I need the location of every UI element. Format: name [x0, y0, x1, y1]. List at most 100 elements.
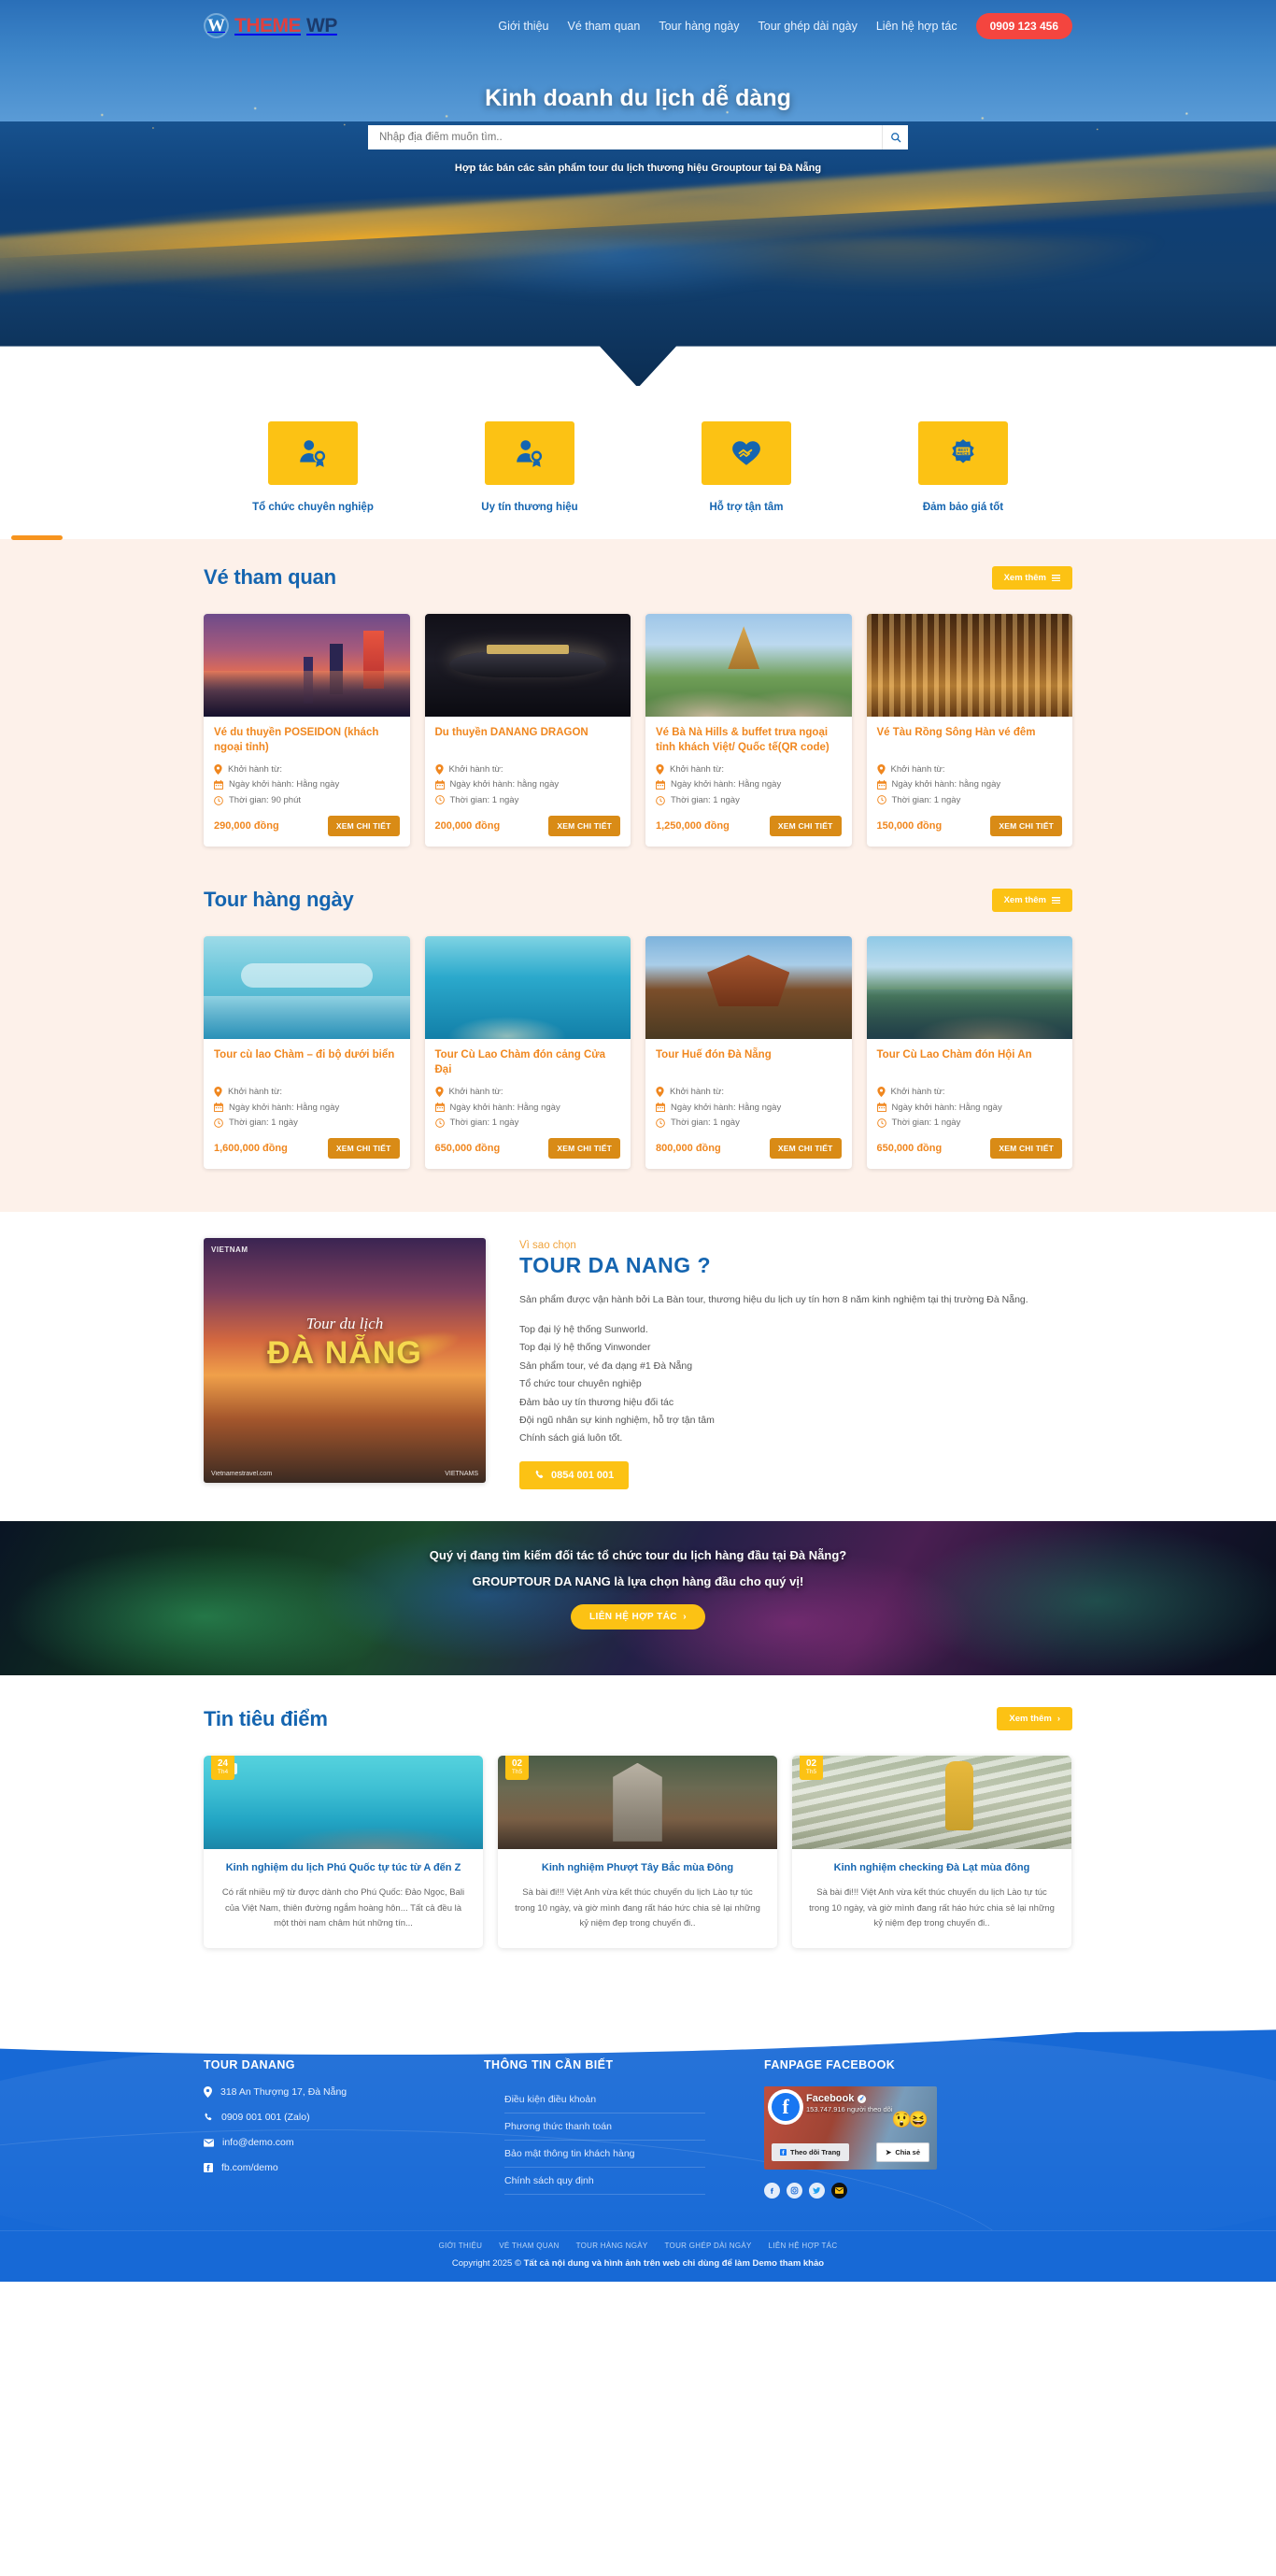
- tours-view-more-button[interactable]: Xem thêm: [991, 888, 1072, 912]
- card-meta-date: Ngày khởi hành: hằng ngày: [434, 779, 621, 790]
- search-button[interactable]: [882, 125, 908, 149]
- handshake-heart-icon: [732, 441, 760, 465]
- why-bullet: Tổ chức tour chuyên nghiệp: [519, 1378, 642, 1390]
- ticket-card[interactable]: Du thuyền DANANG DRAGON Khởi hành từ: Ng…: [424, 614, 631, 847]
- tour-card[interactable]: Tour cù lao Chàm – đi bộ dưới biển Khởi …: [204, 936, 410, 1170]
- main-nav: Giới thiệu Vé tham quan Tour hàng ngày T…: [498, 12, 1072, 39]
- footer-facebook-url[interactable]: fb.com/demo: [221, 2162, 278, 2173]
- footer-nav-lien-he-hop-tac[interactable]: LIÊN HỆ HỢP TÁC: [769, 2242, 838, 2250]
- tickets-view-more-button[interactable]: Xem thêm: [991, 565, 1072, 590]
- location-pin-icon: [876, 764, 886, 776]
- card-detail-button[interactable]: XEM CHI TIẾT: [548, 816, 620, 837]
- card-detail-button[interactable]: XEM CHI TIẾT: [990, 816, 1062, 837]
- footer-phone[interactable]: 0909 001 001 (Zalo): [221, 2112, 310, 2123]
- nav-item-ve-tham-quan[interactable]: Vé tham quan: [567, 20, 640, 33]
- twitter-icon[interactable]: [809, 2183, 825, 2199]
- card-image-snorkeling: [424, 936, 631, 1040]
- clock-icon: [214, 795, 223, 805]
- facebook-share-button[interactable]: ➤ Chia sẻ: [876, 2142, 929, 2163]
- footer-link-terms[interactable]: Điều kiện điều khoản: [504, 2086, 705, 2114]
- instagram-icon[interactable]: [787, 2183, 802, 2199]
- location-pin-icon: [656, 764, 664, 776]
- ticket-card[interactable]: Vé du thuyền POSEIDON (khách ngoại tỉnh)…: [204, 614, 410, 847]
- site-logo[interactable]: W THEME WP: [204, 13, 337, 38]
- card-meta-duration: Thời gian: 1 ngày: [656, 1117, 842, 1128]
- why-hotline-button[interactable]: 0854 001 001: [519, 1460, 630, 1489]
- card-meta-date: Ngày khởi hành: Hằng ngày: [656, 779, 842, 790]
- image-title-text: ĐÀ NẴNG: [267, 1335, 422, 1372]
- card-title: Vé Bà Nà Hills & buffet trưa ngoại tỉnh …: [656, 727, 829, 753]
- copyright-strong: Tất cả nội dung và hình ảnh trên web chỉ…: [523, 2258, 825, 2270]
- tour-card[interactable]: Tour Cù Lao Chàm đón Hội An Khởi hành từ…: [866, 936, 1072, 1170]
- card-meta-depart: Khởi hành từ:: [434, 1087, 621, 1098]
- card-image-sea-walking: [204, 936, 410, 1040]
- card-meta-duration: Thời gian: 1 ngày: [434, 1117, 621, 1128]
- footer-phone-line: 0909 001 001 (Zalo): [204, 2112, 484, 2123]
- tours-section-title: Tour hàng ngày: [204, 888, 354, 912]
- facebook-follow-button[interactable]: Theo dõi Trang: [772, 2143, 849, 2162]
- footer-heading-tour-danang: TOUR DANANG: [204, 2058, 295, 2072]
- tours-section-header: Tour hàng ngày Xem thêm: [204, 888, 1072, 912]
- facebook-icon[interactable]: [764, 2183, 780, 2199]
- feature-flag-shape: [268, 421, 358, 485]
- footer-email[interactable]: info@demo.com: [222, 2137, 294, 2148]
- card-meta-duration: Thời gian: 1 ngày: [214, 1117, 400, 1128]
- card-detail-button[interactable]: XEM CHI TIẾT: [990, 1138, 1062, 1160]
- news-date-badge: 02 Th5: [800, 1755, 823, 1780]
- news-card[interactable]: 02 Th5 Kinh nghiệm checking Đà Lạt mùa đ…: [792, 1755, 1071, 1949]
- follow-button-label: Theo dõi Trang: [790, 2148, 841, 2157]
- ticket-card[interactable]: Vé Bà Nà Hills & buffet trưa ngoại tỉnh …: [645, 614, 852, 847]
- card-image-hue-temple: [645, 936, 852, 1040]
- footer-link-policy[interactable]: Chính sách quy định: [504, 2168, 705, 2196]
- news-card[interactable]: 02 Th5 Kinh nghiệm Phượt Tây Bắc mùa Đôn…: [498, 1755, 777, 1949]
- card-detail-button[interactable]: XEM CHI TIẾT: [769, 816, 842, 837]
- news-view-more-button[interactable]: Xem thêm ›: [997, 1707, 1072, 1731]
- card-date-label: Ngày khởi hành: Hằng ngày: [229, 779, 340, 790]
- card-price: 1,250,000 đồng: [656, 820, 730, 833]
- nav-item-tour-hang-ngay[interactable]: Tour hàng ngày: [659, 20, 739, 33]
- footer-nav-gioi-thieu[interactable]: GIỚI THIỆU: [439, 2242, 483, 2250]
- tour-card[interactable]: Tour Huế đón Đà Nẵng Khởi hành từ: Ngày …: [645, 936, 852, 1170]
- cta-contact-button[interactable]: LIÊN HỆ HỢP TÁC ›: [571, 1603, 705, 1630]
- footer-bottom-nav: GIỚI THIỆU VÉ THAM QUAN TOUR HÀNG NGÀY T…: [0, 2242, 1276, 2250]
- nav-item-tour-ghep-dai-ngay[interactable]: Tour ghép dài ngày: [759, 20, 858, 33]
- news-card[interactable]: 24 Th4 Kinh nghiệm du lịch Phú Quốc tự t…: [204, 1755, 483, 1949]
- footer-address: 318 An Thượng 17, Đà Nẵng: [220, 2086, 347, 2099]
- footer-nav-ve-tham-quan[interactable]: VÉ THAM QUAN: [499, 2242, 559, 2250]
- mail-icon[interactable]: [831, 2183, 847, 2199]
- card-detail-button[interactable]: XEM CHI TIẾT: [548, 1138, 620, 1160]
- cta-line-1: Quý vị đang tìm kiếm đối tác tổ chức tou…: [429, 1547, 847, 1562]
- news-card-list: 24 Th4 Kinh nghiệm du lịch Phú Quốc tự t…: [204, 1755, 1072, 1949]
- card-detail-button[interactable]: XEM CHI TIẾT: [769, 1138, 842, 1160]
- card-detail-button[interactable]: XEM CHI TIẾT: [327, 816, 400, 837]
- card-meta-duration: Thời gian: 1 ngày: [434, 795, 621, 805]
- why-paragraph: Sản phẩm được vận hành bởi La Bàn tour, …: [519, 1294, 1028, 1306]
- card-meta-date: Ngày khởi hành: Hằng ngày: [876, 1103, 1063, 1113]
- tour-card[interactable]: Tour Cù Lao Chàm đón cảng Cửa Đại Khởi h…: [424, 936, 631, 1170]
- ticket-card[interactable]: Vé Tàu Rồng Sông Hàn vé đêm Khởi hành từ…: [866, 614, 1072, 847]
- verified-badge-icon: ✓: [858, 2094, 867, 2103]
- calendar-icon: [214, 780, 223, 790]
- footer-link-payment[interactable]: Phương thức thanh toán: [504, 2113, 705, 2142]
- footer-nav-tour-ghep-dai-ngay[interactable]: TOUR GHÉP DÀI NGÀY: [665, 2242, 752, 2250]
- footer-nav-tour-hang-ngay[interactable]: TOUR HÀNG NGÀY: [576, 2242, 648, 2250]
- footer-link-privacy[interactable]: Bảo mật thông tin khách hàng: [504, 2141, 705, 2169]
- card-detail-button[interactable]: XEM CHI TIẾT: [327, 1138, 400, 1160]
- facebook-follower-count: 153.747.916 người theo dõi: [806, 2105, 893, 2114]
- social-icon-row: [764, 2183, 1072, 2199]
- facebook-page-widget[interactable]: f Facebook ✓ 153.747.916 người theo dõi …: [764, 2086, 937, 2170]
- copyright-line: Copyright 2025 © Tất cả nội dung và hình…: [0, 2258, 1276, 2269]
- clock-icon: [434, 795, 445, 805]
- location-pin-icon: [214, 764, 222, 776]
- search-input[interactable]: [368, 125, 882, 149]
- clock-icon: [434, 1117, 445, 1128]
- card-price: 650,000 đồng: [434, 1143, 501, 1155]
- clock-icon: [656, 1117, 665, 1128]
- nav-item-lien-he-hop-tac[interactable]: Liên hệ hợp tác: [876, 20, 957, 33]
- card-duration-label: Thời gian: 1 ngày: [891, 1117, 961, 1128]
- header-phone-button[interactable]: 0909 123 456: [975, 12, 1072, 39]
- news-date-month: Th5: [511, 1768, 523, 1775]
- nav-item-gioi-thieu[interactable]: Giới thiệu: [498, 20, 548, 33]
- card-meta-depart: Khởi hành từ:: [876, 764, 1063, 776]
- footer-column-info: THÔNG TIN CẦN BIẾT Điều kiện điều khoản …: [484, 2058, 764, 2199]
